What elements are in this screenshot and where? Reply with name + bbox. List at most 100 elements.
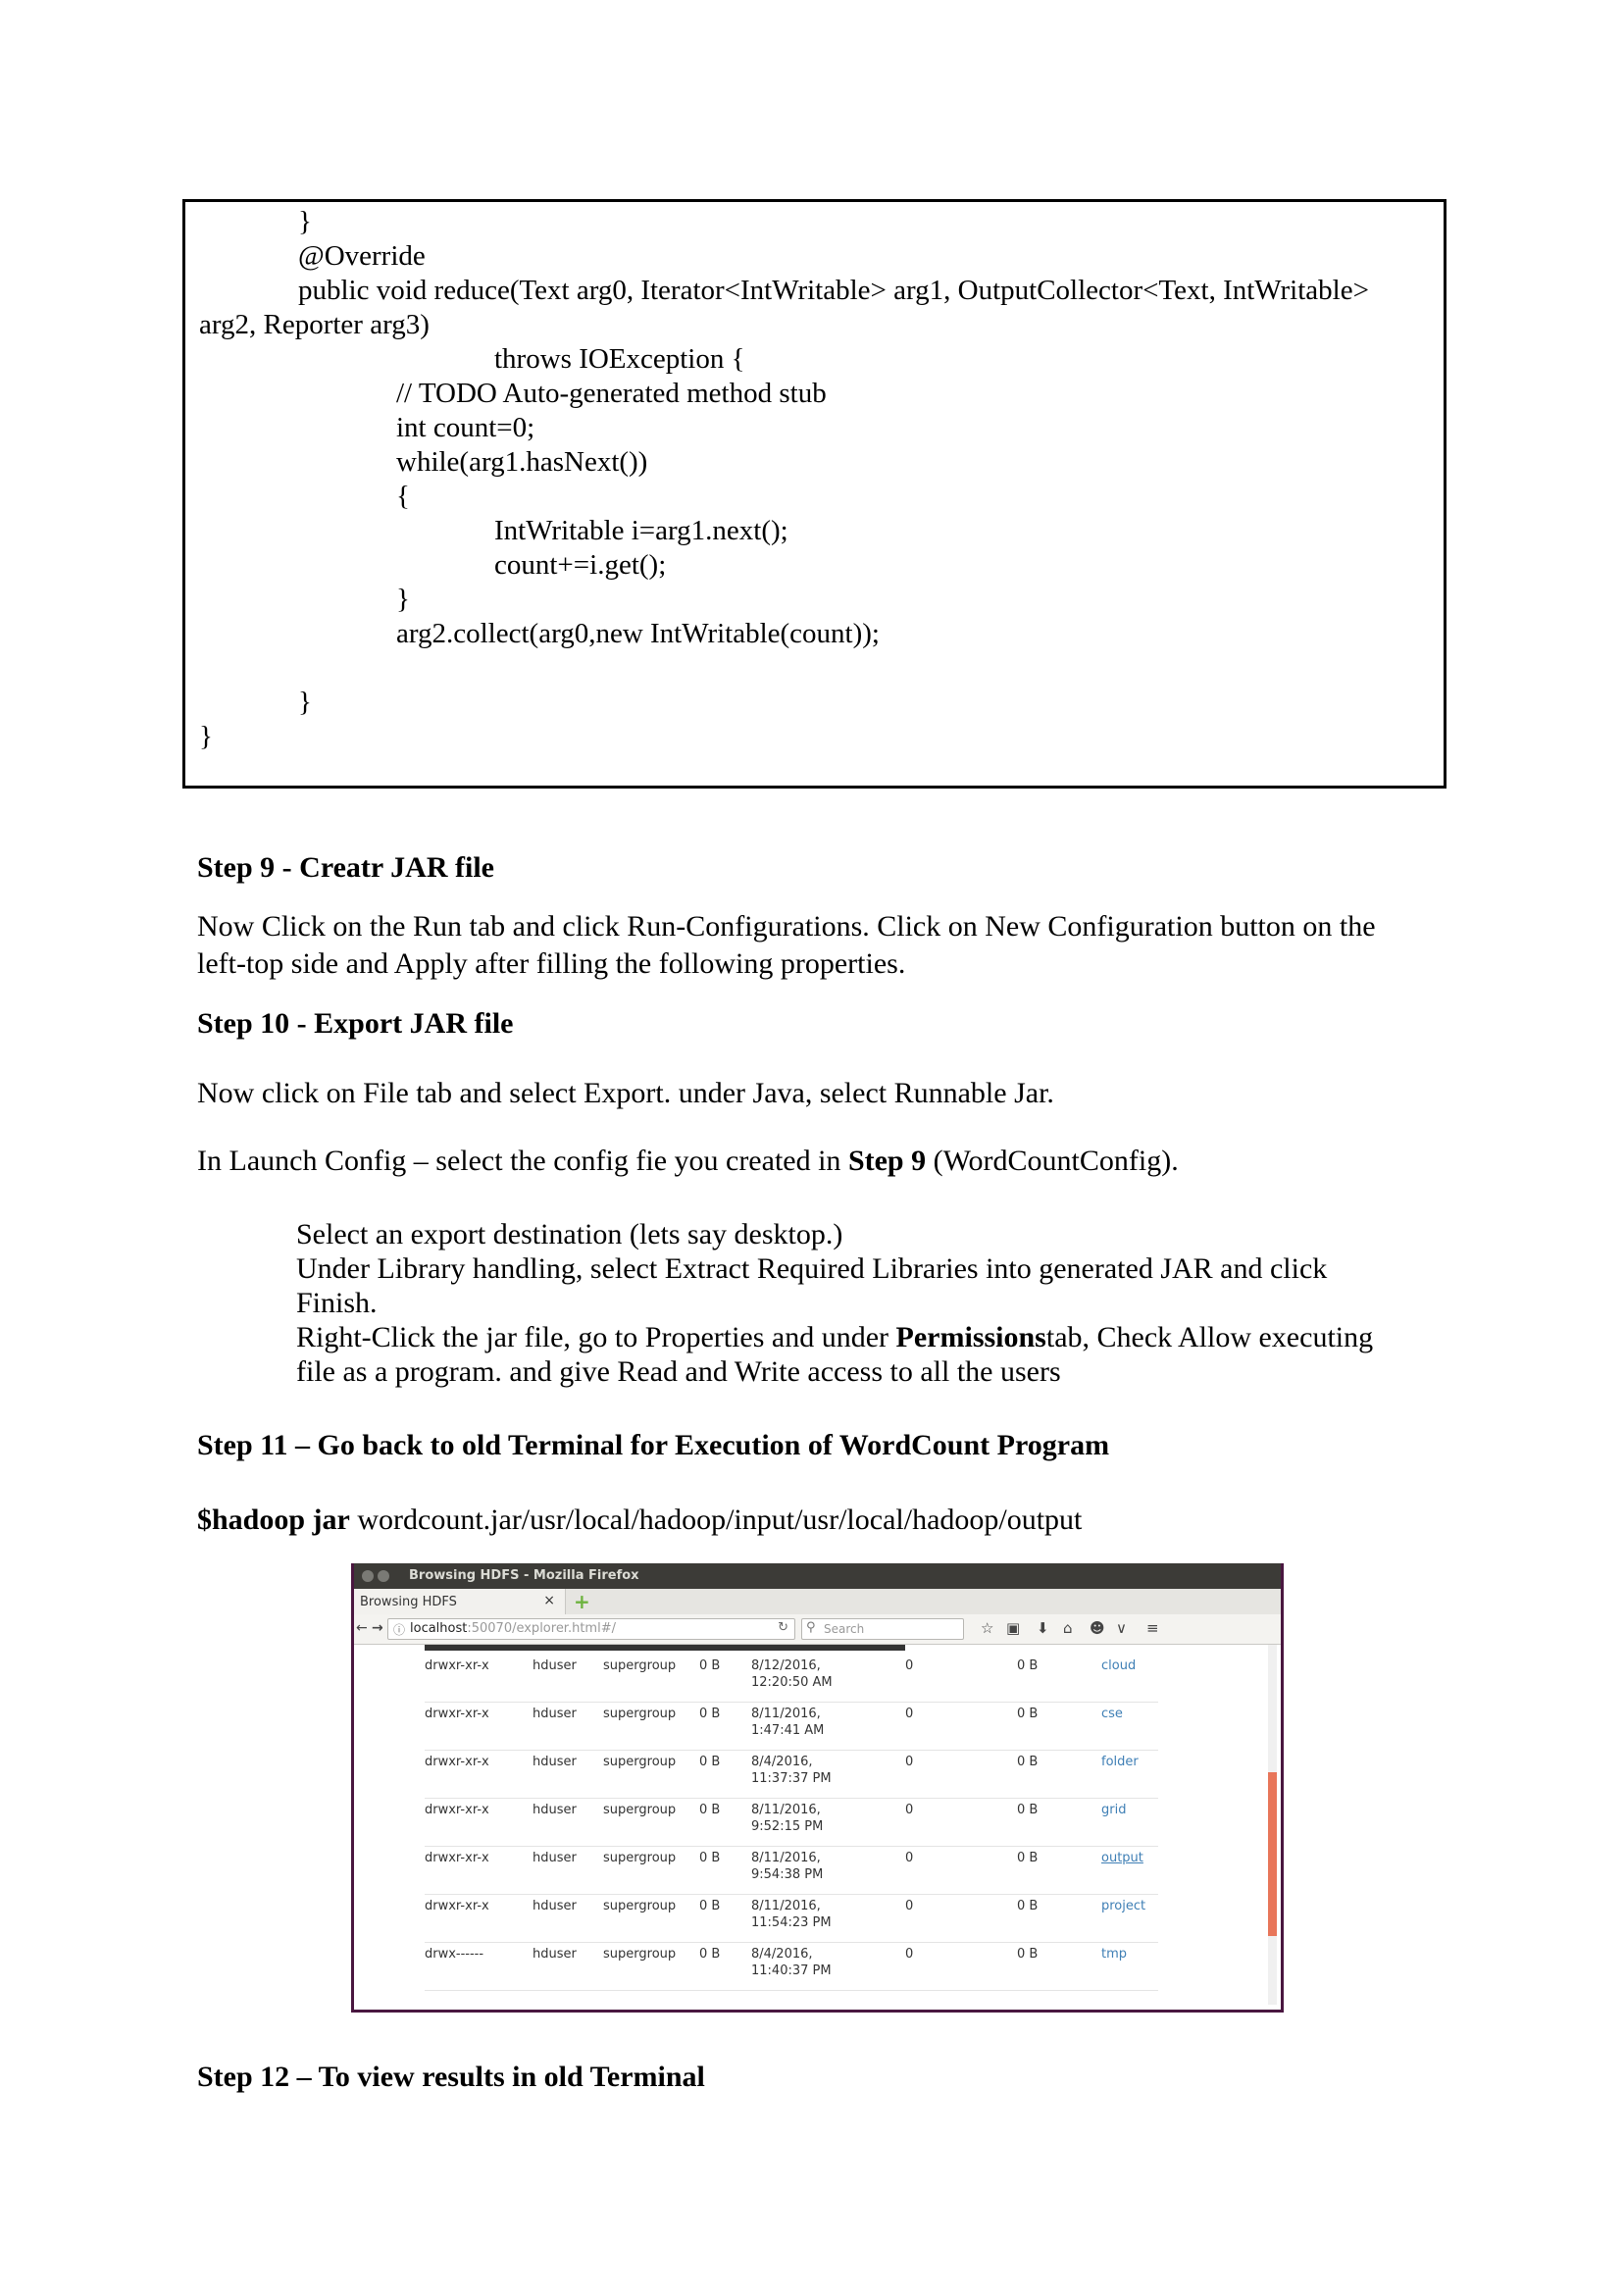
code-line: throws IOException {	[494, 343, 745, 375]
cell-text: 0 B	[699, 1658, 721, 1673]
cell-date: 8/12/2016, 12:20:50 AM	[751, 1657, 833, 1691]
cell-perm: drwxr-xr-x	[425, 1706, 489, 1722]
tab-bar: Browsing HDFS × +	[354, 1589, 1281, 1615]
directory-link[interactable]: project	[1101, 1898, 1145, 1914]
cell-group: supergroup	[603, 1802, 676, 1818]
instruction-line: Under Library handling, select Extract R…	[296, 1252, 1328, 1285]
cell-repl: 0	[905, 1850, 913, 1866]
search-placeholder: Search	[824, 1622, 865, 1636]
cell-text: hduser	[533, 1899, 577, 1913]
instruction-text: tab, Check Allow executing	[1045, 1321, 1374, 1353]
forward-icon[interactable]: →	[372, 1620, 383, 1636]
url-text: localhost:50070/explorer.html#/	[410, 1621, 616, 1636]
cell-text: 0	[905, 1755, 914, 1769]
table-header-cut	[425, 1645, 905, 1651]
code-line: {	[396, 481, 410, 512]
search-icon: ⚲	[806, 1620, 816, 1635]
cell-time: 9:54:38 PM	[751, 1867, 824, 1882]
directory-link[interactable]: cloud	[1101, 1657, 1136, 1674]
scrollbar-thumb[interactable]	[1268, 1772, 1277, 1936]
cell-text: drwxr-xr-x	[425, 1755, 489, 1769]
cell-text: 8/11/2016,	[751, 1899, 821, 1913]
directory-link[interactable]: tmp	[1101, 1946, 1127, 1963]
download-icon[interactable]: ⬇	[1037, 1619, 1049, 1637]
tab-label: Browsing HDFS	[360, 1595, 457, 1609]
code-line: // TODO Auto-generated method stub	[396, 378, 827, 409]
home-icon[interactable]: ⌂	[1063, 1619, 1073, 1637]
info-icon[interactable]: ⓘ	[393, 1621, 405, 1638]
code-line: public void reduce(Text arg0, Iterator<I…	[298, 275, 1369, 306]
reload-icon[interactable]: ↻	[778, 1620, 788, 1635]
cell-text: 0 B	[699, 1899, 721, 1913]
cell-text: 0 B	[1017, 1947, 1039, 1962]
cell-text: hduser	[533, 1803, 577, 1817]
cell-owner: hduser	[533, 1802, 577, 1818]
cell-size: 0 B	[699, 1898, 720, 1914]
cell-size: 0 B	[699, 1706, 720, 1722]
table-row: drwxr-xr-x hduser supergroup 0 B 8/11/2016, 1…	[425, 1895, 1158, 1943]
cell-perm: drwxr-xr-x	[425, 1898, 489, 1914]
code-line: }	[298, 687, 312, 718]
directory-link[interactable]: folder	[1101, 1754, 1139, 1770]
minimize-window-icon[interactable]	[378, 1570, 389, 1582]
table-row: drwx------ hduser supergroup 0 B 8/4/2016, 11…	[425, 1943, 1158, 1991]
url-path: :50070/explorer.html#/	[467, 1621, 616, 1636]
cell-text: 0	[905, 1803, 914, 1817]
url-host: localhost	[410, 1621, 468, 1636]
cell-text: 8/11/2016,	[751, 1707, 821, 1721]
cell-owner: hduser	[533, 1706, 577, 1722]
chat-icon[interactable]: ☻	[1090, 1619, 1105, 1637]
cell-text: 0 B	[699, 1947, 721, 1962]
cell-text: 8/11/2016,	[751, 1851, 821, 1865]
directory-link[interactable]: grid	[1101, 1802, 1126, 1818]
code-line: count+=i.get();	[494, 549, 667, 581]
table-row: drwxr-xr-x hduser supergroup 0 B 8/11/2016, 9…	[425, 1847, 1158, 1895]
cell-text: output	[1101, 1851, 1143, 1865]
search-input[interactable]: ⚲ Search	[801, 1618, 964, 1640]
cell-repl: 0	[905, 1706, 913, 1722]
cell-size: 0 B	[699, 1850, 720, 1866]
cell-size: 0 B	[699, 1754, 720, 1770]
directory-link[interactable]: cse	[1101, 1706, 1123, 1722]
new-tab-icon[interactable]: +	[574, 1590, 590, 1613]
cell-time: 12:20:50 AM	[751, 1675, 833, 1690]
instruction-line: Select an export destination (lets say d…	[296, 1218, 843, 1250]
cell-text: 0 B	[699, 1803, 721, 1817]
cell-text: 0 B	[1017, 1658, 1039, 1673]
code-line: while(arg1.hasNext())	[396, 446, 648, 478]
cell-text: cse	[1101, 1707, 1123, 1721]
cell-perm: drwxr-xr-x	[425, 1802, 489, 1818]
step9-text: Now Click on the Run tab and click Run-C…	[197, 910, 1376, 943]
cell-size: 0 B	[699, 1946, 720, 1963]
code-line: IntWritable i=arg1.next();	[494, 515, 788, 546]
cell-text: 0	[905, 1658, 914, 1673]
pocket-icon[interactable]: ∨	[1116, 1619, 1127, 1637]
cell-text: 8/4/2016,	[751, 1755, 813, 1769]
cell-text: hduser	[533, 1707, 577, 1721]
cell-text: drwxr-xr-x	[425, 1658, 489, 1673]
tab-browsing-hdfs[interactable]: Browsing HDFS ×	[354, 1589, 566, 1614]
url-bar[interactable]: ⓘ localhost:50070/explorer.html#/ ↻	[387, 1618, 795, 1640]
cell-text: project	[1101, 1899, 1146, 1913]
directory-link[interactable]: output	[1101, 1850, 1143, 1866]
cell-text: supergroup	[603, 1658, 677, 1673]
cell-text: hduser	[533, 1851, 577, 1865]
cell-time: 11:54:23 PM	[751, 1915, 832, 1930]
cell-text: 8/12/2016,	[751, 1658, 821, 1673]
menu-icon[interactable]: ≡	[1146, 1619, 1159, 1637]
close-window-icon[interactable]	[362, 1570, 374, 1582]
hadoop-command: $hadoop jar wordcount.jar/usr/local/hado…	[197, 1503, 1082, 1537]
cell-text: supergroup	[603, 1707, 677, 1721]
cell-text: 0 B	[1017, 1803, 1039, 1817]
cell-repl: 0	[905, 1946, 913, 1963]
back-icon[interactable]: ←	[356, 1620, 368, 1636]
bookmark-star-icon[interactable]: ☆	[981, 1619, 993, 1637]
library-icon[interactable]: ▣	[1006, 1619, 1020, 1637]
permissions-word: Permissions	[895, 1321, 1046, 1353]
cell-group: supergroup	[603, 1657, 676, 1674]
close-tab-icon[interactable]: ×	[543, 1593, 555, 1608]
scrollbar[interactable]	[1268, 1645, 1277, 2005]
code-line: }	[396, 584, 410, 615]
cell-time: 1:47:41 AM	[751, 1723, 825, 1738]
cell-text: drwxr-xr-x	[425, 1707, 489, 1721]
